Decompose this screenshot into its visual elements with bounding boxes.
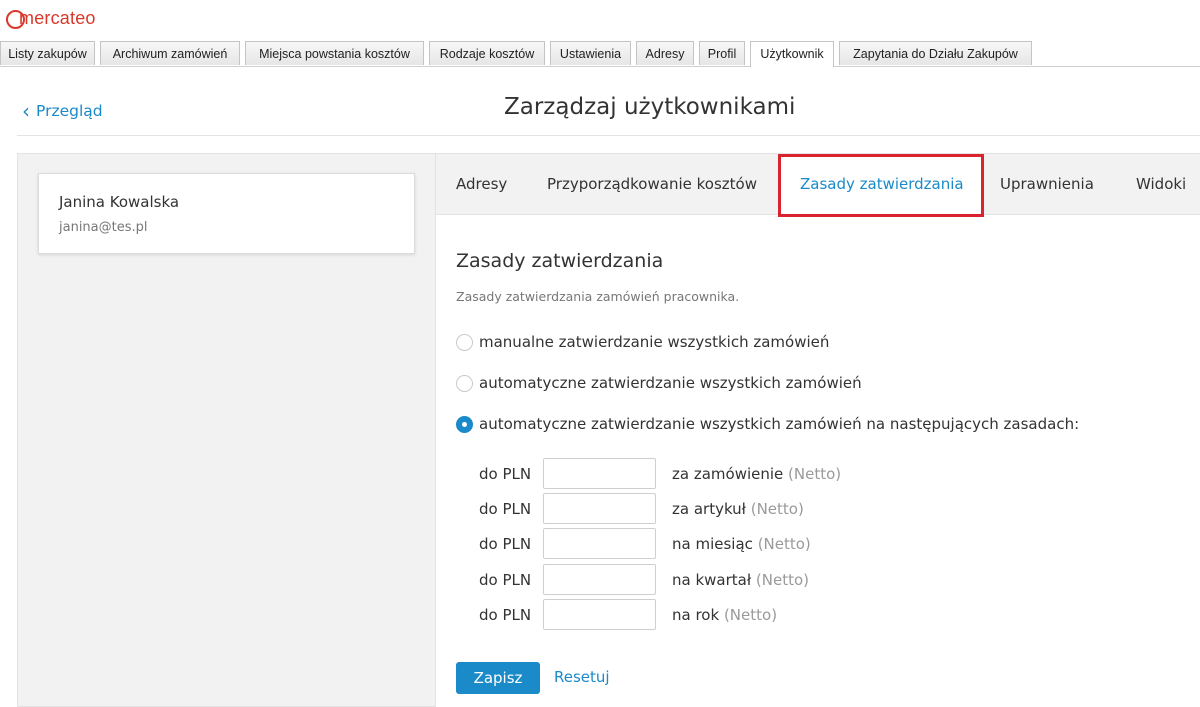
radio-label: manualne zatwierdzanie wszystkich zamówi… [479, 333, 830, 351]
header-divider [17, 135, 1200, 136]
radio-button[interactable] [456, 333, 473, 351]
tab-shopping-lists[interactable]: Listy zakupów [0, 41, 95, 65]
tab-user[interactable]: Użytkownik [750, 41, 834, 67]
radio-option-manual[interactable]: manualne zatwierdzanie wszystkich zamówi… [456, 331, 829, 353]
period-text: za artykuł [672, 500, 746, 518]
limit-row-per-order: do PLN za zamówienie (Netto) [456, 458, 956, 490]
tab-addresses[interactable]: Adresy [636, 41, 694, 65]
limit-period-label: na rok (Netto) [672, 606, 777, 624]
tab-purchasing-requests[interactable]: Zapytania do Działu Zakupów [839, 41, 1032, 65]
currency-label: do PLN [479, 465, 532, 483]
net-label: (Netto) [750, 500, 804, 518]
limit-per-quarter-input[interactable] [543, 564, 656, 595]
limit-per-month-input[interactable] [543, 528, 656, 559]
tab-order-archive[interactable]: Archiwum zamówień [100, 41, 240, 65]
currency-label: do PLN [479, 571, 532, 589]
user-email: janina@tes.pl [59, 220, 148, 235]
limit-per-item-input[interactable] [543, 493, 656, 524]
currency-label: do PLN [479, 606, 532, 624]
tab-cost-types[interactable]: Rodzaje kosztów [429, 41, 545, 65]
radio-button-selected[interactable] [456, 415, 473, 433]
limit-period-label: na miesiąc (Netto) [672, 535, 811, 553]
net-label: (Netto) [723, 606, 778, 624]
limit-period-label: za zamówienie (Netto) [672, 465, 841, 483]
subtab-addresses[interactable]: Adresy [456, 154, 507, 214]
period-text: na rok [672, 606, 720, 624]
logo-text: mercateo [19, 7, 96, 28]
subtab-cost-assignment[interactable]: Przyporządkowanie kosztów [547, 154, 757, 214]
net-label: (Netto) [788, 465, 842, 483]
radio-option-automatic[interactable]: automatyczne zatwierdzanie wszystkich za… [456, 372, 862, 394]
period-text: za zamówienie [672, 465, 784, 483]
radio-option-automatic-rules[interactable]: automatyczne zatwierdzanie wszystkich za… [456, 413, 1079, 435]
section-title: Zasady zatwierdzania [456, 250, 664, 272]
period-text: na miesiąc [672, 535, 753, 553]
tab-profile[interactable]: Profil [699, 41, 745, 65]
net-label: (Netto) [757, 535, 811, 553]
limit-row-per-year: do PLN na rok (Netto) [456, 599, 956, 631]
tab-settings[interactable]: Ustawienia [550, 41, 631, 65]
page-title: Zarządzaj użytkownikami [504, 94, 796, 120]
net-label: (Netto) [755, 571, 809, 589]
section-description: Zasady zatwierdzania zamówień pracownika… [456, 289, 740, 304]
subtab-views[interactable]: Widoki [1136, 154, 1186, 214]
currency-label: do PLN [479, 535, 532, 553]
back-link-label: Przegląd [36, 102, 103, 120]
user-name: Janina Kowalska [59, 193, 180, 211]
save-button[interactable]: Zapisz [456, 662, 540, 694]
chevron-left-icon: ‹ [22, 99, 30, 123]
limit-row-per-month: do PLN na miesiąc (Netto) [456, 528, 956, 560]
active-tab-highlight: Zasady zatwierdzania [778, 154, 984, 217]
limit-period-label: na kwartał (Netto) [672, 571, 809, 589]
mercateo-logo[interactable]: mercateo [6, 6, 95, 30]
radio-button[interactable] [456, 374, 473, 392]
limit-per-order-input[interactable] [543, 458, 656, 489]
period-text: na kwartał [672, 571, 752, 589]
subtab-permissions[interactable]: Uprawnienia [1000, 154, 1094, 214]
back-link[interactable]: ‹ Przegląd [22, 98, 103, 124]
subtab-approval-rules[interactable]: Zasady zatwierdzania [800, 154, 964, 214]
user-card[interactable]: Janina Kowalska janina@tes.pl [38, 173, 415, 254]
radio-label: automatyczne zatwierdzanie wszystkich za… [479, 415, 1080, 433]
currency-label: do PLN [479, 500, 532, 518]
limit-row-per-quarter: do PLN na kwartał (Netto) [456, 564, 956, 596]
top-navigation: Listy zakupów Archiwum zamówień Miejsca … [0, 41, 1200, 67]
radio-label: automatyczne zatwierdzanie wszystkich za… [479, 374, 862, 392]
tab-cost-centers[interactable]: Miejsca powstania kosztów [245, 41, 424, 65]
limit-row-per-item: do PLN za artykuł (Netto) [456, 493, 956, 525]
limit-per-year-input[interactable] [543, 599, 656, 630]
limit-period-label: za artykuł (Netto) [672, 500, 804, 518]
reset-link[interactable]: Resetuj [554, 668, 610, 686]
